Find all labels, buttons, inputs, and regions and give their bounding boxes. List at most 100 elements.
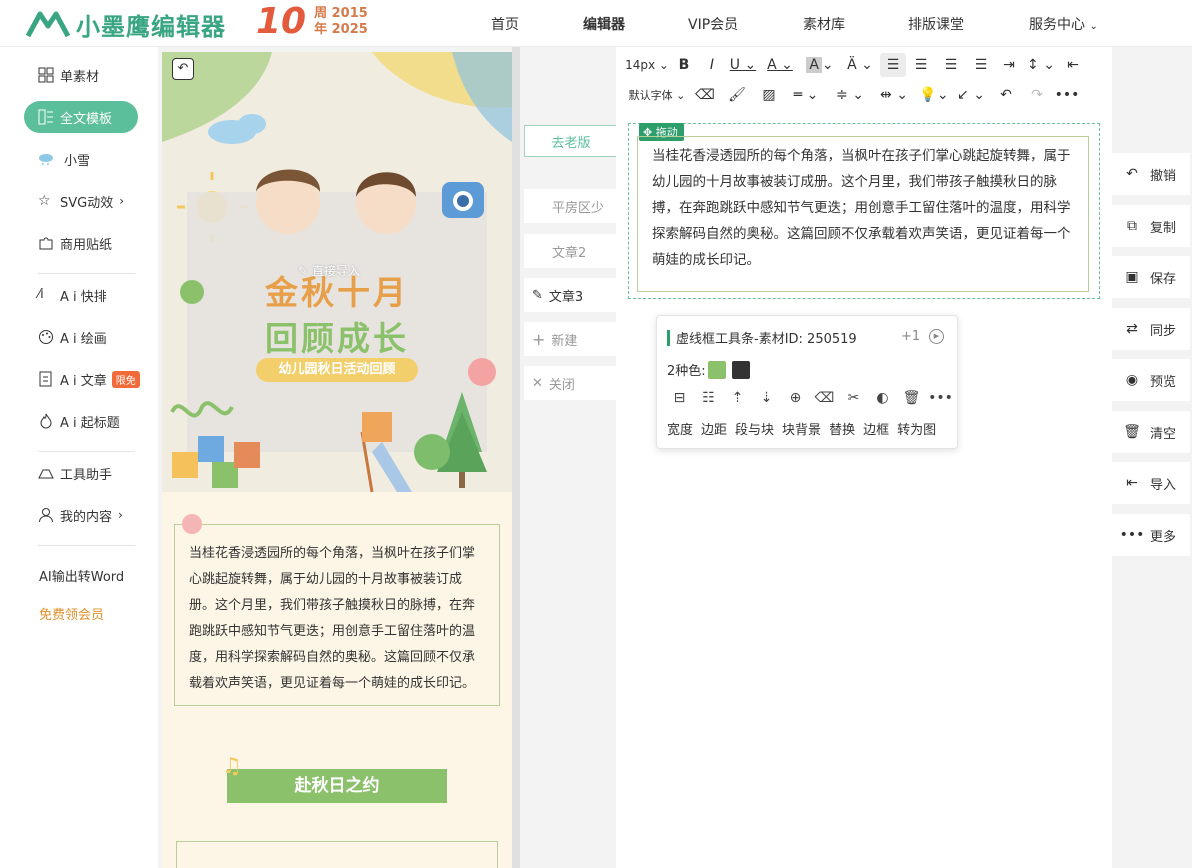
- paragraph-icon[interactable]: ⇡: [723, 390, 752, 406]
- arrow-icon[interactable]: ↙ ⌄: [952, 83, 990, 107]
- popup-plus-count[interactable]: +1: [901, 329, 920, 344]
- sync-button[interactable]: ⇄ 同步: [1112, 308, 1190, 350]
- selected-block[interactable]: ✥ 拖动 当桂花香浸透园所的每个角落，当枫叶在孩子们掌心跳起旋转舞，属于幼儿园的…: [628, 123, 1100, 299]
- padding-icon[interactable]: ☷: [694, 390, 723, 406]
- sidebar-item-ai-article[interactable]: A i 文章 限免: [38, 367, 140, 391]
- align-right-icon[interactable]: ☰: [936, 53, 966, 77]
- document-icon: [38, 371, 54, 387]
- action-block-bg[interactable]: 块背景: [782, 419, 821, 438]
- sidebar-item-ai-layout[interactable]: ⁄i A i 快排: [38, 283, 107, 307]
- more-icon[interactable]: •••: [926, 390, 955, 406]
- sidebar-item-ai-title[interactable]: A i 起标题: [38, 409, 120, 433]
- import-overlay[interactable]: ✎ 直接导入: [298, 262, 360, 279]
- old-version-button[interactable]: 去老版: [524, 125, 618, 157]
- eraser-icon[interactable]: ⌫: [690, 83, 720, 107]
- toolbox-icon: [38, 465, 54, 481]
- trash-icon[interactable]: 🗑: [897, 390, 926, 406]
- clear-button[interactable]: 🗑 清空: [1112, 411, 1190, 453]
- preview-button[interactable]: ◉ 预览: [1112, 359, 1190, 401]
- popup-accent-bar: [667, 329, 670, 346]
- block-bg-icon[interactable]: ⇣: [752, 390, 781, 406]
- nav-home[interactable]: 首页: [491, 14, 519, 34]
- color-swatch-green[interactable]: [707, 360, 726, 379]
- editor-text-block[interactable]: 当桂花香浸透园所的每个角落，当枫叶在孩子们掌心跳起旋转舞，属于幼儿园的十月故事被…: [637, 136, 1089, 292]
- align-justify-icon[interactable]: ☰: [966, 53, 996, 77]
- tab-close[interactable]: ✕ 关闭: [524, 366, 616, 400]
- margin-icon[interactable]: ⇹ ⌄: [872, 83, 916, 107]
- play-icon[interactable]: ▶: [929, 329, 944, 344]
- contrast-icon[interactable]: ◐: [868, 390, 897, 406]
- logo[interactable]: 小墨鹰编辑器: [26, 8, 226, 41]
- font-color-icon[interactable]: A ⌄: [760, 53, 800, 77]
- spacing-icon[interactable]: ≑ ⌄: [828, 83, 872, 107]
- action-margin[interactable]: 边距: [701, 419, 727, 438]
- grid-icon: [38, 67, 54, 83]
- nav-editor[interactable]: 编辑器: [583, 14, 625, 34]
- music-note-decoration: ♫: [222, 754, 242, 779]
- preview-scrollbar[interactable]: [512, 47, 520, 868]
- font-family-select[interactable]: 默认字体 ⌄: [624, 83, 690, 107]
- replace-icon[interactable]: ⊕: [781, 390, 810, 406]
- button-label: 预览: [1150, 374, 1177, 390]
- action-para-block[interactable]: 段与块: [735, 419, 774, 438]
- line-height-icon[interactable]: ↕ ⌄: [1022, 53, 1060, 77]
- nav-materials[interactable]: 素材库: [803, 14, 845, 34]
- sidebar-item-svg[interactable]: ☆ SVG动效 ›: [38, 189, 124, 213]
- text-effect-icon[interactable]: Ä ⌄: [840, 53, 880, 77]
- divider-style-icon[interactable]: ═ ⌄: [784, 83, 828, 107]
- cloud-snow-icon: [38, 151, 54, 167]
- template-preview[interactable]: 金秋十月 回顾成长 幼儿园秋日活动回顾 ✎ 直接导入 ↶ 当桂花香浸透园所的每个…: [162, 52, 512, 868]
- format-painter-icon[interactable]: 🖌: [720, 83, 754, 107]
- export-icon[interactable]: ⇤: [1060, 53, 1086, 77]
- sidebar-item-vip[interactable]: 免费领会员: [39, 601, 104, 625]
- undo-icon[interactable]: ↶: [990, 83, 1022, 107]
- width-icon[interactable]: ⊟: [665, 390, 694, 406]
- indent-icon[interactable]: ⇥: [996, 53, 1022, 77]
- image-icon[interactable]: ▨: [754, 83, 784, 107]
- undo-button[interactable]: ↶ 撤销: [1112, 153, 1190, 195]
- action-width[interactable]: 宽度: [667, 419, 693, 438]
- underline-icon[interactable]: U ⌄: [726, 53, 760, 77]
- align-center-icon[interactable]: ☰: [906, 53, 936, 77]
- sidebar-item-label: AI输出转Word: [39, 569, 125, 585]
- sidebar-item-snow[interactable]: 小雪: [38, 147, 90, 171]
- align-left-icon[interactable]: ☰: [880, 53, 906, 77]
- sidebar-item-tools[interactable]: 工具助手: [38, 461, 112, 485]
- editor-body-text[interactable]: 当桂花香浸透园所的每个角落，当枫叶在孩子们掌心跳起旋转舞，属于幼儿园的十月故事被…: [652, 148, 1071, 268]
- save-button[interactable]: ▣ 保存: [1112, 256, 1190, 298]
- action-border[interactable]: 边框: [863, 419, 889, 438]
- bold-icon[interactable]: B: [670, 53, 698, 77]
- action-replace[interactable]: 替换: [829, 419, 855, 438]
- lightbulb-icon[interactable]: 💡⌄: [916, 83, 952, 107]
- more-button[interactable]: ••• 更多: [1112, 514, 1190, 556]
- button-label: 复制: [1150, 220, 1177, 236]
- sidebar-item-label: A i 快排: [60, 289, 107, 305]
- sidebar-item-template[interactable]: 全文模板: [24, 101, 138, 133]
- import-button[interactable]: ⇤ 导入: [1112, 462, 1190, 504]
- tab-article-1[interactable]: 平房区少: [524, 189, 616, 223]
- tab-article-2[interactable]: 文章2: [524, 234, 616, 268]
- color-swatch-dark[interactable]: [731, 360, 750, 379]
- tab-new[interactable]: + 新建: [524, 322, 616, 356]
- tab-article-3[interactable]: ✎ 文章3: [524, 278, 616, 312]
- nav-course[interactable]: 排版课堂: [908, 14, 964, 34]
- user-icon: [38, 507, 54, 523]
- more-icon[interactable]: •••: [1052, 83, 1082, 107]
- action-to-image[interactable]: 转为图: [897, 419, 936, 438]
- copy-button[interactable]: ⧉ 复制: [1112, 205, 1190, 247]
- nav-service[interactable]: 服务中心 ⌄: [1029, 14, 1098, 34]
- redo-icon[interactable]: ↷: [1022, 83, 1052, 107]
- sidebar-item-mine[interactable]: 我的内容 ›: [38, 503, 123, 527]
- sidebar-item-single[interactable]: 单素材: [38, 63, 99, 87]
- nav-vip[interactable]: VIP会员: [688, 14, 738, 34]
- eraser-icon[interactable]: ⌫: [810, 390, 839, 406]
- right-action-bar: ↶ 撤销 ⧉ 复制 ▣ 保存 ⇄ 同步 ◉ 预览 🗑 清空 ⇤ 导入 ••• 更多: [1112, 47, 1192, 868]
- sidebar-item-ai-draw[interactable]: A i 绘画: [38, 325, 107, 349]
- sidebar-item-sticker[interactable]: 商用贴纸: [38, 231, 112, 255]
- undo-icon[interactable]: ↶: [172, 58, 194, 80]
- italic-icon[interactable]: I: [698, 53, 726, 77]
- sidebar-item-word[interactable]: AI输出转Word: [39, 563, 124, 587]
- cut-icon[interactable]: ✂: [839, 390, 868, 406]
- background-color-icon[interactable]: A ⌄: [800, 53, 840, 77]
- font-size-select[interactable]: 14px ⌄: [624, 53, 670, 77]
